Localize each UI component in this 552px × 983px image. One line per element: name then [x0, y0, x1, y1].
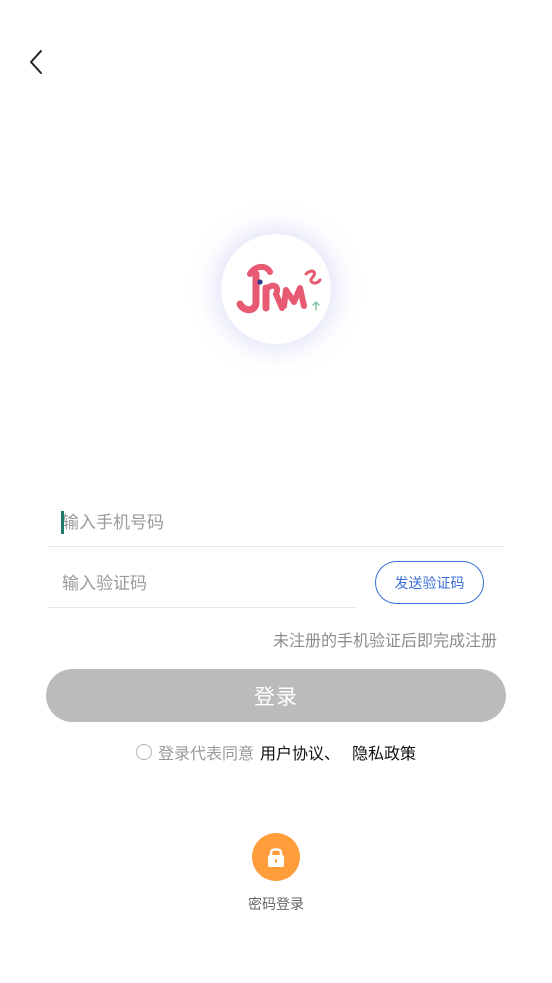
phone-field[interactable] [48, 500, 504, 547]
send-code-button[interactable]: 发送验证码 [375, 561, 484, 604]
phone-input[interactable] [48, 500, 504, 546]
text-caret [61, 511, 64, 534]
agreement-prefix: 登录代表同意 [157, 744, 254, 763]
jrm-logo-icon [236, 264, 322, 314]
login-button[interactable]: 登录 [46, 669, 506, 722]
verification-code-field[interactable] [48, 561, 356, 608]
lock-icon [252, 833, 300, 881]
registration-hint: 未注册的手机验证后即完成注册 [272, 631, 497, 650]
privacy-policy-link[interactable]: 隐私政策 [352, 740, 416, 764]
chevron-left-icon [28, 49, 44, 79]
agreement-row: 登录代表同意 用户协议、 隐私政策 [0, 740, 552, 764]
password-login-label: 密码登录 [248, 897, 304, 913]
back-button[interactable] [18, 46, 54, 82]
password-login-button[interactable]: 密码登录 [0, 833, 552, 914]
agreement-radio[interactable] [135, 744, 152, 760]
verification-code-input[interactable] [48, 561, 356, 607]
app-logo [221, 234, 331, 344]
user-agreement-link[interactable]: 用户协议、 [260, 740, 340, 764]
